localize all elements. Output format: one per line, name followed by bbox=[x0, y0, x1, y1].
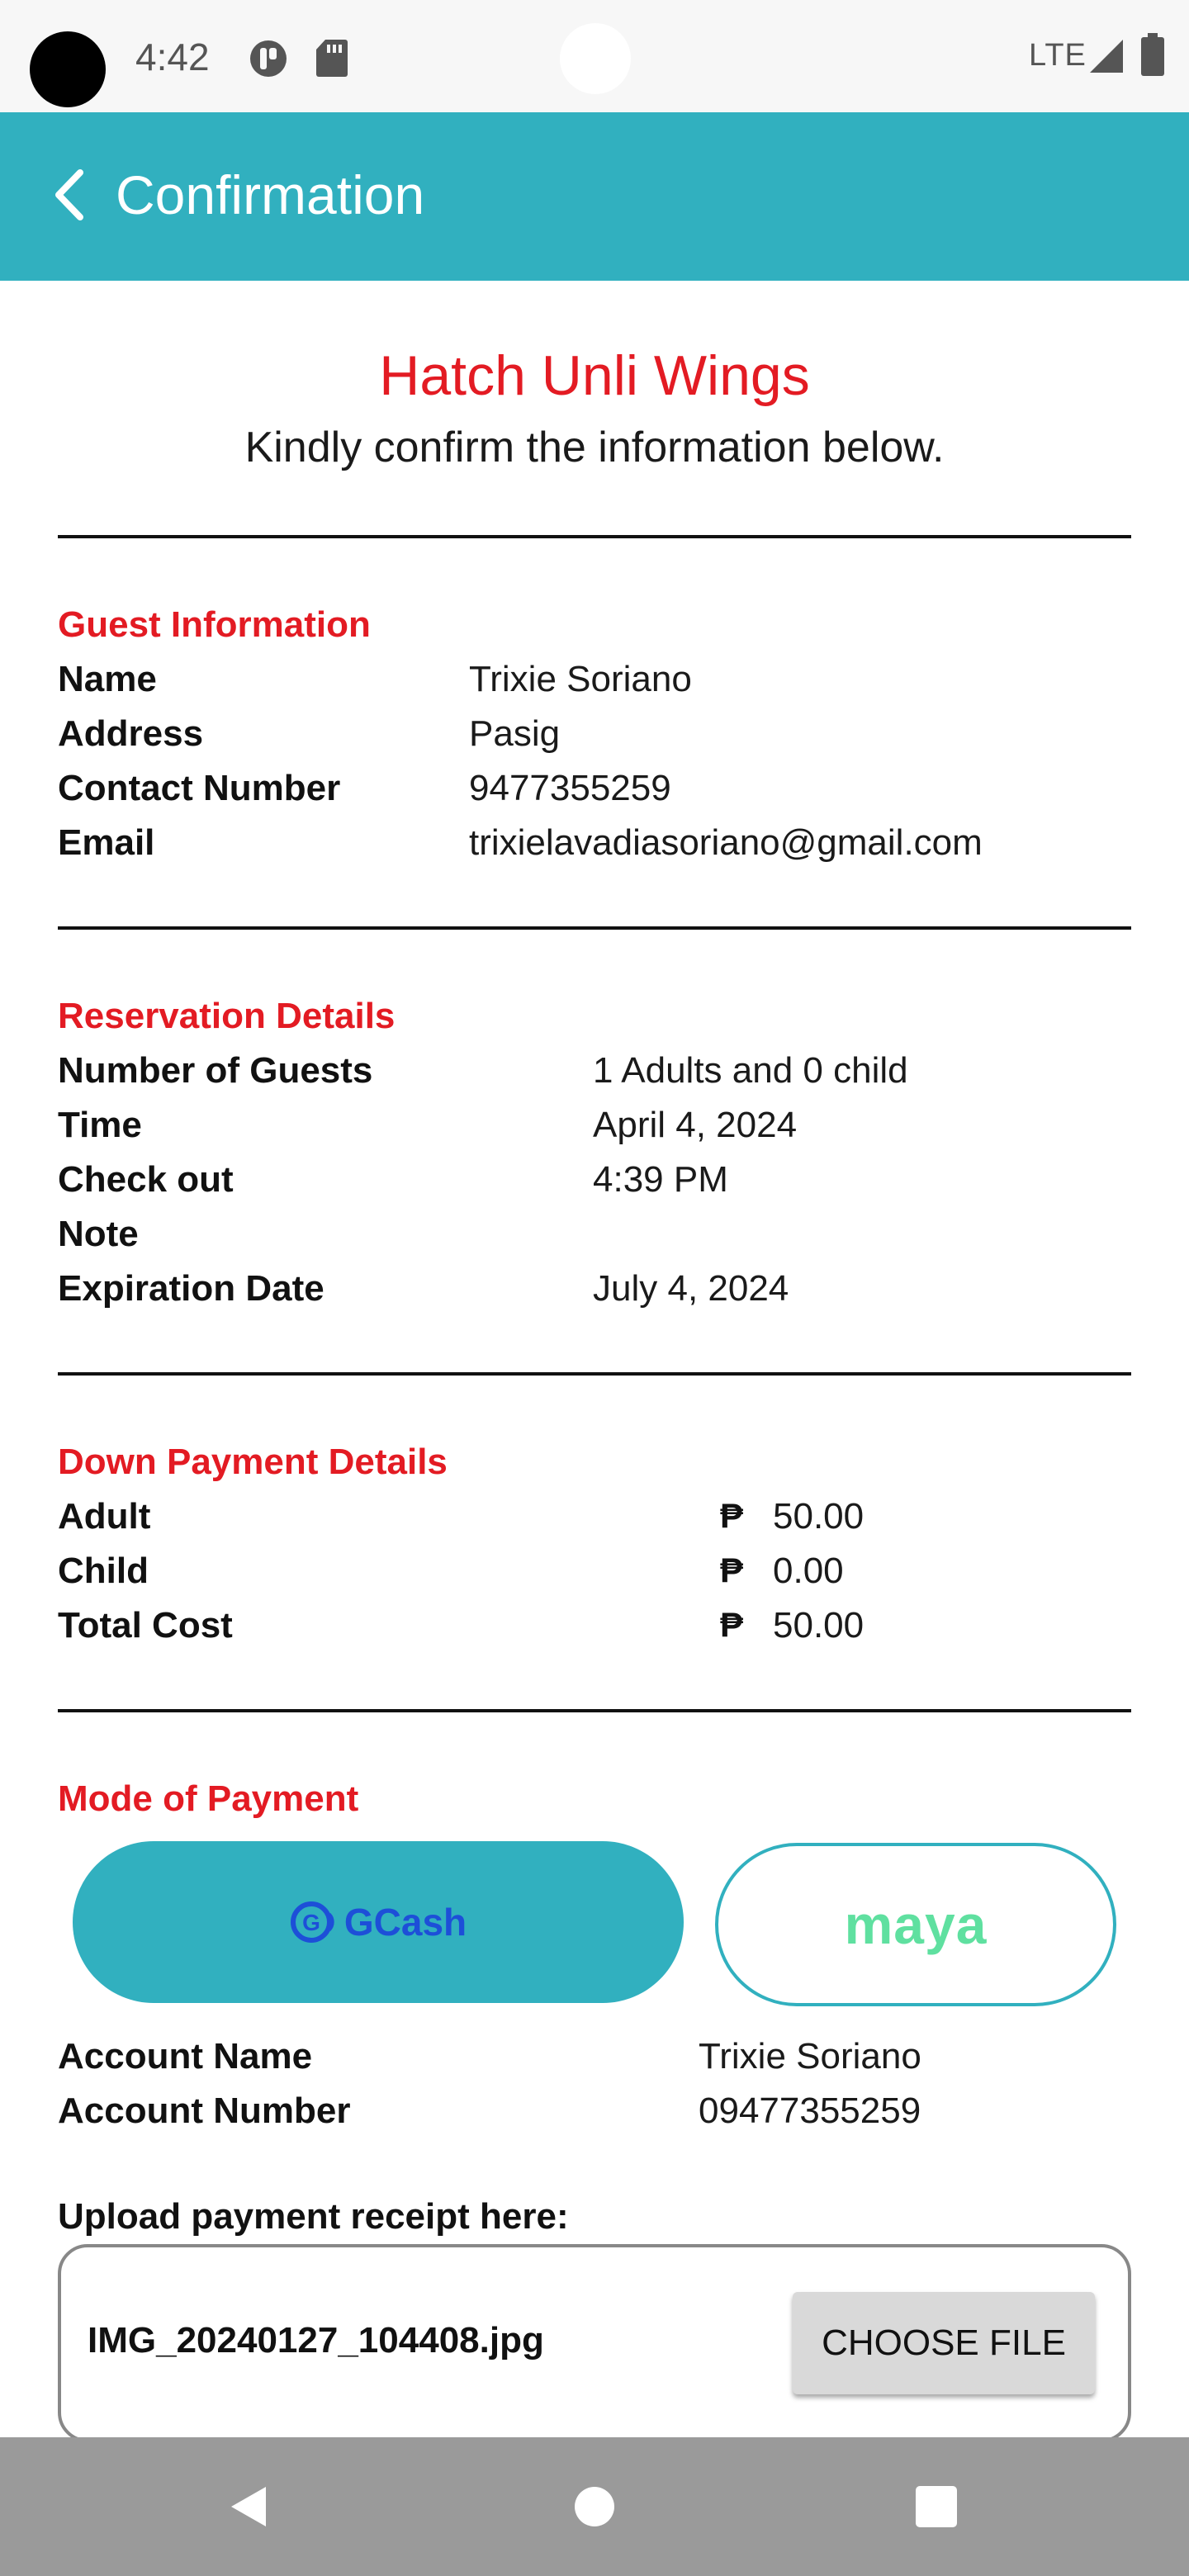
app-bar-title: Confirmation bbox=[116, 164, 425, 225]
nav-back-button[interactable] bbox=[216, 2474, 282, 2540]
gcash-logo: G GCash bbox=[290, 1899, 467, 1945]
choose-file-button[interactable]: CHOOSE FILE bbox=[793, 2292, 1095, 2394]
expiration-label: Expiration Date bbox=[58, 1268, 324, 1309]
divider bbox=[58, 1372, 1131, 1376]
time-label: Time bbox=[58, 1105, 142, 1145]
recents-square-icon bbox=[916, 2486, 957, 2527]
down-payment-title: Down Payment Details bbox=[58, 1442, 448, 1482]
divider bbox=[58, 926, 1131, 930]
maya-option-button[interactable]: maya bbox=[715, 1843, 1116, 2006]
nav-recents-button[interactable] bbox=[903, 2474, 969, 2540]
divider bbox=[58, 535, 1131, 538]
child-cost-label: Child bbox=[58, 1551, 149, 1591]
guest-email-label: Email bbox=[58, 822, 155, 863]
guest-name-label: Name bbox=[58, 659, 157, 699]
time-value: April 4, 2024 bbox=[593, 1105, 798, 1145]
chevron-left-icon bbox=[55, 169, 83, 220]
peso-sign: ₱ bbox=[720, 1605, 744, 1644]
restaurant-title: Hatch Unli Wings bbox=[379, 344, 810, 407]
app-bar: Confirmation bbox=[0, 112, 1189, 281]
sd-card-icon bbox=[316, 40, 348, 77]
pocket-icon bbox=[250, 40, 287, 77]
adult-cost-label: Adult bbox=[58, 1496, 151, 1537]
account-number-label: Account Number bbox=[58, 2091, 351, 2131]
peso-sign: ₱ bbox=[720, 1551, 744, 1589]
status-bar: 4:42 LTE bbox=[0, 0, 1189, 112]
guests-count-value: 1 Adults and 0 child bbox=[593, 1050, 908, 1091]
guest-contact-label: Contact Number bbox=[58, 768, 341, 808]
status-time: 4:42 bbox=[135, 36, 210, 78]
network-label: LTE bbox=[1029, 38, 1087, 73]
guest-address-value: Pasig bbox=[469, 713, 561, 754]
account-name-value: Trixie Soriano bbox=[699, 2036, 921, 2076]
gcash-option-button[interactable]: G GCash bbox=[73, 1841, 684, 2003]
nav-home-button[interactable] bbox=[561, 2474, 628, 2540]
upload-box: IMG_20240127_104408.jpg CHOOSE FILE bbox=[58, 2244, 1131, 2442]
signal-icon bbox=[1090, 40, 1123, 73]
confirm-subtitle: Kindly confirm the information below. bbox=[244, 424, 945, 471]
child-cost-value: 0.00 bbox=[773, 1551, 844, 1591]
reservation-title: Reservation Details bbox=[58, 996, 396, 1036]
checkout-label: Check out bbox=[58, 1159, 234, 1200]
camera-cutout bbox=[30, 31, 106, 107]
payment-mode-title: Mode of Payment bbox=[58, 1778, 359, 1819]
peso-sign: ₱ bbox=[720, 1496, 744, 1535]
gcash-label: GCash bbox=[343, 1901, 467, 1944]
system-nav-bar bbox=[0, 2437, 1189, 2576]
total-cost-label: Total Cost bbox=[58, 1605, 233, 1646]
note-label: Note bbox=[58, 1214, 139, 1254]
account-number-value: 09477355259 bbox=[699, 2091, 921, 2131]
guest-name-value: Trixie Soriano bbox=[469, 659, 692, 699]
maya-label: maya bbox=[844, 1894, 988, 1955]
back-triangle-icon bbox=[231, 2487, 266, 2526]
file-name: IMG_20240127_104408.jpg bbox=[88, 2320, 544, 2361]
checkout-value: 4:39 PM bbox=[593, 1159, 728, 1200]
total-cost-value: 50.00 bbox=[773, 1605, 865, 1646]
guests-count-label: Number of Guests bbox=[58, 1050, 373, 1091]
guest-email-value: trixielavadiasoriano@gmail.com bbox=[469, 822, 983, 863]
status-center-dot bbox=[560, 23, 631, 94]
expiration-value: July 4, 2024 bbox=[593, 1268, 789, 1309]
upload-label: Upload payment receipt here: bbox=[58, 2196, 569, 2237]
gcash-icon: G bbox=[290, 1901, 334, 1943]
back-button[interactable] bbox=[36, 162, 102, 228]
guest-info-title: Guest Information bbox=[58, 604, 371, 645]
home-circle-icon bbox=[575, 2487, 614, 2526]
guest-address-label: Address bbox=[58, 713, 204, 754]
battery-icon bbox=[1141, 33, 1164, 76]
svg-text:G: G bbox=[302, 1910, 320, 1935]
account-name-label: Account Name bbox=[58, 2036, 313, 2076]
guest-contact-value: 9477355259 bbox=[469, 768, 671, 808]
divider bbox=[58, 1709, 1131, 1712]
adult-cost-value: 50.00 bbox=[773, 1496, 865, 1537]
